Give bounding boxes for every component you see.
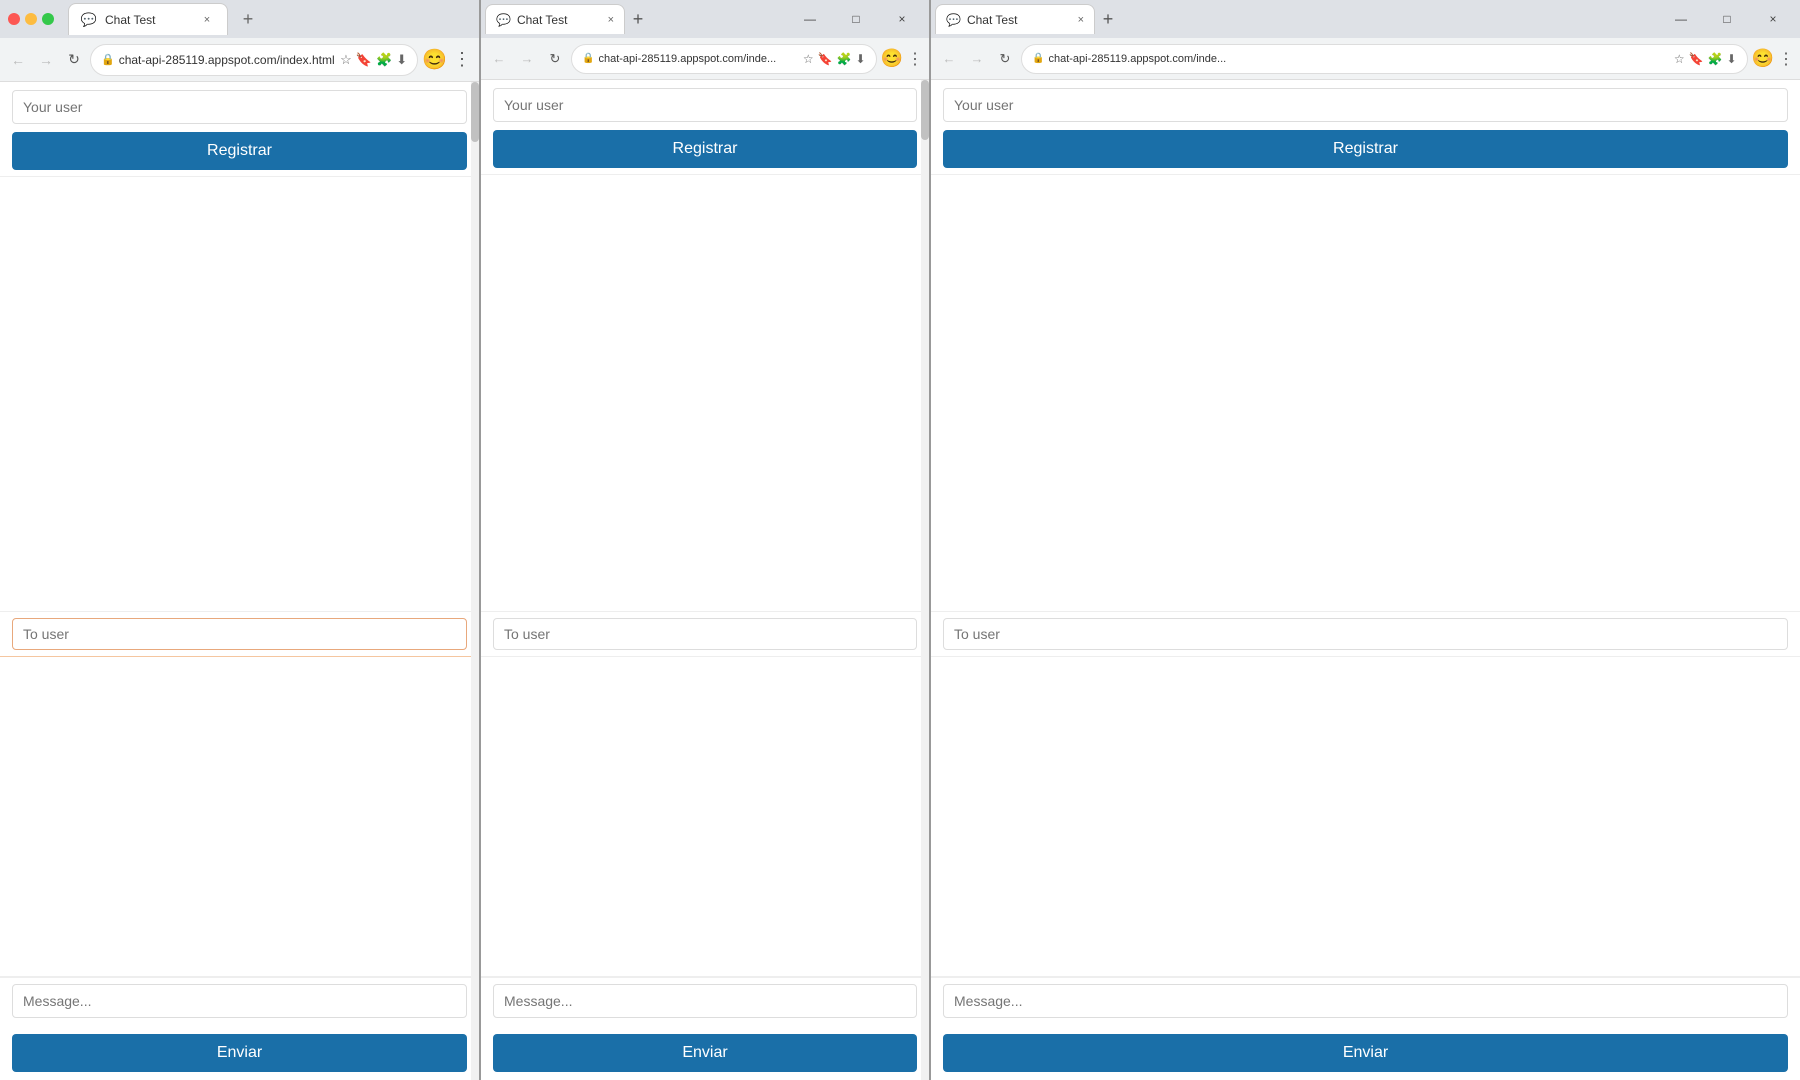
enviar-btn-3[interactable]: Enviar (943, 1034, 1788, 1072)
tab-chat-test-3[interactable]: 💬 Chat Test × (935, 4, 1095, 34)
reload-btn-2[interactable]: ↻ (543, 47, 567, 71)
new-tab-btn-3[interactable]: + (1095, 6, 1121, 32)
new-tab-btn-1[interactable]: + (234, 5, 262, 33)
menu-btn-3[interactable]: ⋮ (1778, 49, 1794, 69)
to-user-input-3[interactable] (943, 618, 1788, 650)
star-icon-2[interactable]: ☆ (803, 52, 814, 66)
menu-btn-1[interactable]: ⋮ (451, 49, 473, 70)
window-minimize-btn[interactable] (25, 13, 37, 25)
message-input-1[interactable] (12, 984, 467, 1018)
to-user-input-2[interactable] (493, 618, 917, 650)
tab-label-2: Chat Test (517, 13, 567, 27)
enviar-btn-2[interactable]: Enviar (493, 1034, 917, 1072)
win-maximize-btn-2[interactable]: □ (833, 4, 879, 34)
messages-area-2 (481, 175, 929, 611)
tab-close-btn-1[interactable]: × (199, 12, 215, 28)
download-icon-1[interactable]: ⬇ (396, 52, 407, 68)
menu-btn-2[interactable]: ⋮ (907, 49, 923, 69)
win-minimize-btn-2[interactable]: — (787, 4, 833, 34)
profile-icon-2[interactable]: 😊 (881, 48, 903, 69)
extension-icon-1[interactable]: 🧩 (376, 52, 392, 68)
tab-label-1: Chat Test (105, 13, 155, 27)
your-user-input-3[interactable] (943, 88, 1788, 122)
win-close-btn-2[interactable]: × (879, 4, 925, 34)
tab-favicon-2: 💬 (496, 13, 511, 27)
message-input-3[interactable] (943, 984, 1788, 1018)
window-maximize-btn[interactable] (42, 13, 54, 25)
message-body-area-1 (0, 657, 479, 977)
profile-icon-3[interactable]: 😊 (1752, 48, 1774, 69)
window-close-btn[interactable] (8, 13, 20, 25)
messages-area-3 (931, 175, 1800, 611)
forward-btn-2[interactable]: → (515, 47, 539, 71)
scrollbar-2[interactable] (921, 80, 929, 1080)
extension-icon-3[interactable]: 🧩 (1708, 52, 1723, 66)
registrar-btn-3[interactable]: Registrar (943, 130, 1788, 168)
url-text-2: chat-api-285119.appspot.com/inde... (598, 53, 798, 65)
bookmark-icon-2[interactable]: 🔖 (818, 52, 833, 66)
download-icon-2[interactable]: ⬇ (856, 52, 866, 66)
scroll-thumb-2[interactable] (921, 80, 929, 140)
scroll-thumb-1[interactable] (471, 82, 479, 142)
tab-chat-test-1[interactable]: 💬 Chat Test × (68, 3, 228, 35)
win-close-btn-3[interactable]: × (1750, 4, 1796, 34)
star-icon-3[interactable]: ☆ (1674, 52, 1685, 66)
extension-icon-2[interactable]: 🧩 (837, 52, 852, 66)
enviar-btn-1[interactable]: Enviar (12, 1034, 467, 1072)
back-btn-1[interactable]: ← (6, 48, 30, 72)
message-input-2[interactable] (493, 984, 917, 1018)
your-user-input-2[interactable] (493, 88, 917, 122)
lock-icon-1: 🔒 (101, 53, 115, 66)
win-maximize-btn-3[interactable]: □ (1704, 4, 1750, 34)
registrar-btn-2[interactable]: Registrar (493, 130, 917, 168)
to-user-input-1[interactable] (12, 618, 467, 650)
back-btn-3[interactable]: ← (937, 47, 961, 71)
reload-btn-1[interactable]: ↻ (62, 48, 86, 72)
tab-favicon-3: 💬 (946, 13, 961, 27)
new-tab-btn-2[interactable]: + (625, 6, 651, 32)
reload-btn-3[interactable]: ↻ (993, 47, 1017, 71)
your-user-input-1[interactable] (12, 90, 467, 124)
profile-icon-1[interactable]: 😊 (422, 47, 447, 72)
scrollbar-1[interactable] (471, 82, 479, 1080)
bookmark-icon-3[interactable]: 🔖 (1689, 52, 1704, 66)
forward-btn-1[interactable]: → (34, 48, 58, 72)
download-icon-3[interactable]: ⬇ (1727, 52, 1737, 66)
url-text-1: chat-api-285119.appspot.com/index.html (119, 53, 336, 67)
tab-close-btn-2[interactable]: × (608, 14, 614, 26)
bookmark-icon-1[interactable]: 🔖 (356, 52, 372, 68)
back-btn-2[interactable]: ← (487, 47, 511, 71)
forward-btn-3[interactable]: → (965, 47, 989, 71)
tab-close-btn-3[interactable]: × (1078, 14, 1084, 26)
url-text-3: chat-api-285119.appspot.com/inde... (1048, 53, 1669, 65)
tab-chat-test-2[interactable]: 💬 Chat Test × (485, 4, 625, 34)
lock-icon-2: 🔒 (582, 53, 594, 64)
message-body-area-2 (481, 657, 929, 977)
registrar-btn-1[interactable]: Registrar (12, 132, 467, 170)
messages-area-1 (0, 177, 479, 611)
tab-label-3: Chat Test (967, 13, 1017, 27)
tab-favicon-1: 💬 (81, 12, 97, 28)
lock-icon-3: 🔒 (1032, 53, 1044, 64)
win-minimize-btn-3[interactable]: — (1658, 4, 1704, 34)
star-icon-1[interactable]: ☆ (340, 52, 352, 68)
message-body-area-3 (931, 657, 1800, 977)
